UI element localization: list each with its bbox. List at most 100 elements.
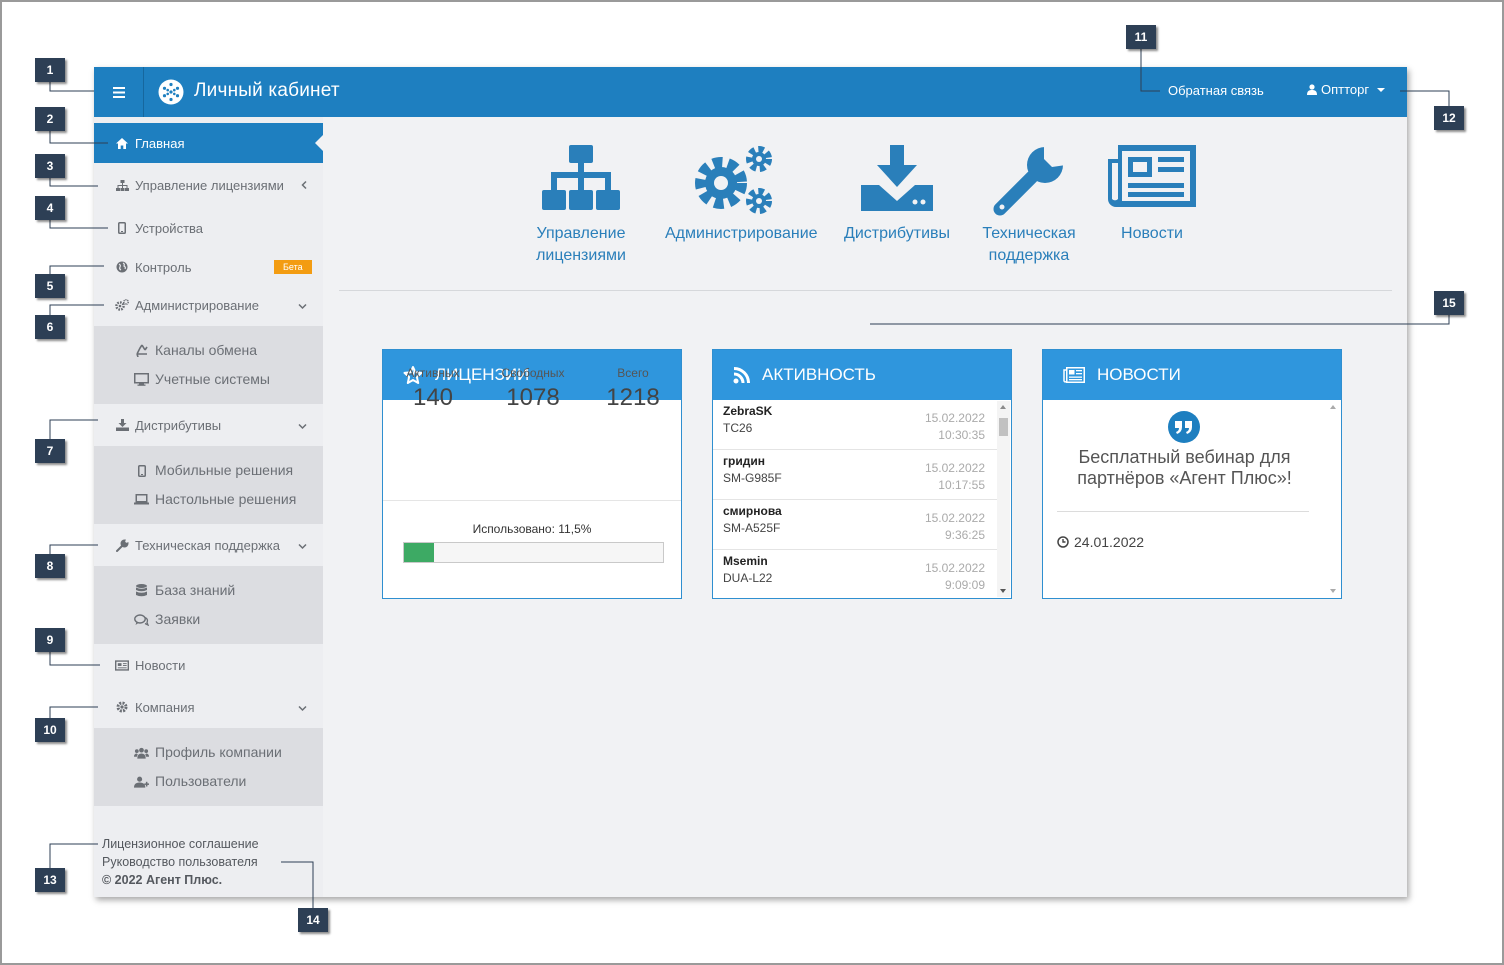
sidebar-item-label: Управление лицензиями [135, 177, 284, 193]
sub-item-users[interactable]: Пользователи [94, 767, 323, 796]
comments-icon [134, 612, 149, 627]
activity-time: 10:30:35 [938, 428, 985, 442]
sub-item-company-profile[interactable]: Профиль компании [94, 738, 323, 767]
news-scrollbar[interactable] [1327, 401, 1340, 597]
quick-link-news[interactable]: Новости [1082, 145, 1222, 245]
callout-1: 1 [35, 58, 65, 82]
menu-toggle-button[interactable] [94, 67, 144, 117]
user-plus-icon [134, 774, 149, 789]
news-date: 24.01.2022 [1057, 534, 1144, 550]
stat-total: Всего 1218 [583, 366, 683, 412]
sitemap-icon [511, 145, 651, 223]
activity-user: Msemin [723, 554, 768, 568]
callout-7: 7 [35, 439, 65, 463]
sidebar-item-news[interactable]: Новости [94, 645, 323, 685]
activity-row: Msemin DUA-L22 15.02.2022 9:09:09 [713, 550, 997, 598]
download-icon [827, 145, 967, 223]
sub-item-label: Пользователи [155, 773, 247, 789]
sub-item-label: Профиль компании [155, 744, 282, 760]
news-date-text: 24.01.2022 [1074, 534, 1145, 550]
sub-item-knowledge-base[interactable]: База знаний [94, 576, 323, 605]
home-icon [115, 136, 129, 150]
callout-13: 13 [35, 868, 65, 892]
app-window: Личный кабинет Обратная связь Оптторг Гл… [94, 67, 1407, 897]
user-guide-link[interactable]: Руководство пользователя [102, 853, 259, 871]
used-label: Использовано: 11,5% [472, 522, 592, 536]
sidebar: Главная Управление лицензиями Устройства… [94, 117, 323, 897]
feedback-link[interactable]: Обратная связь [1168, 83, 1264, 98]
sidebar-item-control[interactable]: Контроль Бета [94, 247, 323, 287]
download-icon [115, 418, 129, 432]
scroll-down-icon[interactable] [1330, 589, 1336, 593]
scroll-up-icon[interactable] [1330, 405, 1336, 409]
licenses-card: Лицензии Активных 140 Свободных 1078 Все… [382, 349, 682, 599]
sidebar-item-company[interactable]: Компания [94, 687, 323, 727]
activity-date: 15.02.2022 [924, 511, 985, 525]
recycle-icon [134, 343, 149, 358]
clock-icon [1057, 536, 1069, 548]
sidebar-item-licenses[interactable]: Управление лицензиями [94, 165, 323, 205]
activity-device: SM-A525F [723, 521, 781, 535]
quick-link-distributives[interactable]: Дистрибутивы [827, 145, 967, 245]
sidebar-item-devices[interactable]: Устройства [94, 208, 323, 248]
quick-link-licenses[interactable]: Управление лицензиями [511, 145, 651, 267]
user-menu[interactable]: Оптторг [1307, 82, 1386, 97]
company-submenu: Профиль компании Пользователи [94, 728, 323, 806]
sidebar-item-label: Компания [135, 699, 195, 715]
scroll-up-icon[interactable] [1000, 405, 1006, 409]
quick-link-label-2: поддержка [988, 247, 1070, 264]
sub-item-tickets[interactable]: Заявки [94, 605, 323, 634]
activity-time: 9:36:25 [944, 528, 985, 542]
quick-link-label: Администрирование [665, 225, 818, 242]
sitemap-icon [115, 178, 129, 192]
quick-link-support[interactable]: Техническая поддержка [959, 145, 1099, 267]
brand-logo-icon [158, 79, 184, 105]
news-card: Новости Бесплатный вебинар для партнёров… [1042, 349, 1342, 599]
usage-progress-fill [404, 543, 434, 562]
sidebar-item-label: Техническая поддержка [135, 537, 280, 553]
newspaper-icon [115, 658, 129, 672]
mobile-icon [134, 463, 149, 478]
sub-item-label: Каналы обмена [155, 342, 258, 358]
activity-time: 10:17:55 [938, 478, 985, 492]
activity-row: гридин SM-G985F 15.02.2022 10:17:55 [713, 450, 997, 500]
news-headline[interactable]: Бесплатный вебинар для партнёров «Агент … [1057, 447, 1312, 489]
activity-scrollbar[interactable] [997, 401, 1010, 597]
gears-icon [665, 145, 805, 223]
gear-icon [115, 700, 129, 714]
sidebar-item-support[interactable]: Техническая поддержка [94, 525, 323, 565]
scroll-down-icon[interactable] [1000, 589, 1006, 593]
activity-row: ZebraSK TC26 15.02.2022 10:30:35 [713, 400, 997, 450]
activity-user: ZebraSK [723, 404, 773, 418]
callout-12: 12 [1434, 106, 1464, 130]
activity-date: 15.02.2022 [924, 411, 985, 425]
chevron-down-icon [298, 418, 307, 433]
news-separator [1057, 511, 1309, 512]
database-icon [134, 583, 149, 598]
activity-time: 9:09:09 [944, 578, 985, 592]
copyright: © 2022 Агент Плюс. [102, 873, 223, 887]
scroll-thumb[interactable] [999, 418, 1008, 436]
license-agreement-link[interactable]: Лицензионное соглашение [102, 835, 259, 853]
sub-item-accounting-systems[interactable]: Учетные системы [94, 365, 323, 394]
sidebar-item-distributives[interactable]: Дистрибутивы [94, 405, 323, 445]
callout-2: 2 [35, 107, 65, 131]
sidebar-footer: Лицензионное соглашение Руководство поль… [102, 835, 259, 889]
section-divider [339, 290, 1392, 291]
sub-item-mobile-solutions[interactable]: Мобильные решения [94, 456, 323, 485]
sidebar-item-label: Администрирование [135, 297, 259, 313]
activity-device: SM-G985F [723, 471, 782, 485]
sub-item-desktop-solutions[interactable]: Настольные решения [94, 485, 323, 514]
admin-submenu: Каналы обмена Учетные системы [94, 326, 323, 404]
activity-list[interactable]: ZebraSK TC26 15.02.2022 10:30:35 гридин … [713, 400, 997, 598]
stat-label: Активных [406, 366, 460, 380]
user-icon [1307, 84, 1317, 95]
callout-15: 15 [1434, 291, 1464, 315]
quick-link-administration[interactable]: Администрирование [665, 145, 818, 245]
sidebar-item-home[interactable]: Главная [94, 123, 323, 163]
globe-icon [115, 260, 129, 274]
callout-5: 5 [35, 274, 65, 298]
sidebar-item-admin[interactable]: Администрирование [94, 285, 323, 325]
laptop-icon [134, 492, 149, 507]
sub-item-exchange-channels[interactable]: Каналы обмена [94, 336, 323, 365]
